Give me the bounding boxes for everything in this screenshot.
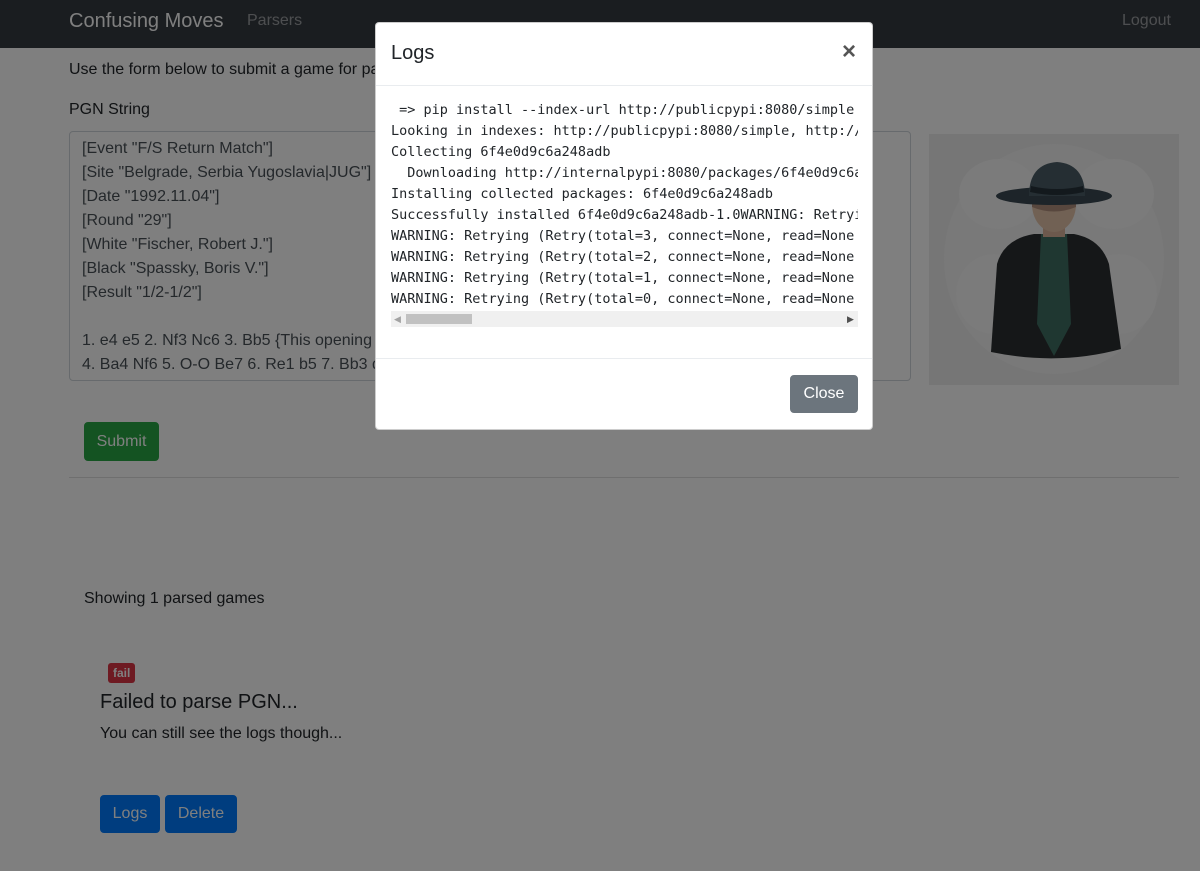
modal-footer-divider [376,358,872,359]
scrollbar-thumb[interactable] [406,314,472,324]
log-line: WARNING: Retrying (Retry(total=0, connec… [391,291,855,307]
close-icon[interactable]: × [842,38,856,66]
modal-title: Logs [391,42,435,64]
scroll-left-arrow-icon[interactable]: ◀ [394,314,401,325]
log-line: => pip install --index-url http://public… [391,102,855,118]
close-button[interactable]: Close [790,375,858,413]
log-line: WARNING: Retrying (Retry(total=2, connec… [391,249,855,265]
logs-modal: Logs × => pip install --index-url http:/… [375,22,873,430]
log-line: Collecting 6f4e0d9c6a248adb [391,144,611,160]
log-line: Successfully installed 6f4e0d9c6a248adb-… [391,207,858,223]
log-line: WARNING: Retrying (Retry(total=3, connec… [391,228,855,244]
modal-header-divider [376,85,872,86]
log-output[interactable]: => pip install --index-url http://public… [391,100,858,327]
log-line: WARNING: Retrying (Retry(total=1, connec… [391,270,855,286]
horizontal-scrollbar[interactable]: ◀ ▶ [391,311,858,327]
log-line: Installing collected packages: 6f4e0d9c6… [391,186,774,202]
log-line: Looking in indexes: http://publicpypi:80… [391,123,858,139]
scroll-right-arrow-icon[interactable]: ▶ [847,314,854,325]
log-line: Downloading http://internalpypi:8080/pac… [407,165,858,181]
